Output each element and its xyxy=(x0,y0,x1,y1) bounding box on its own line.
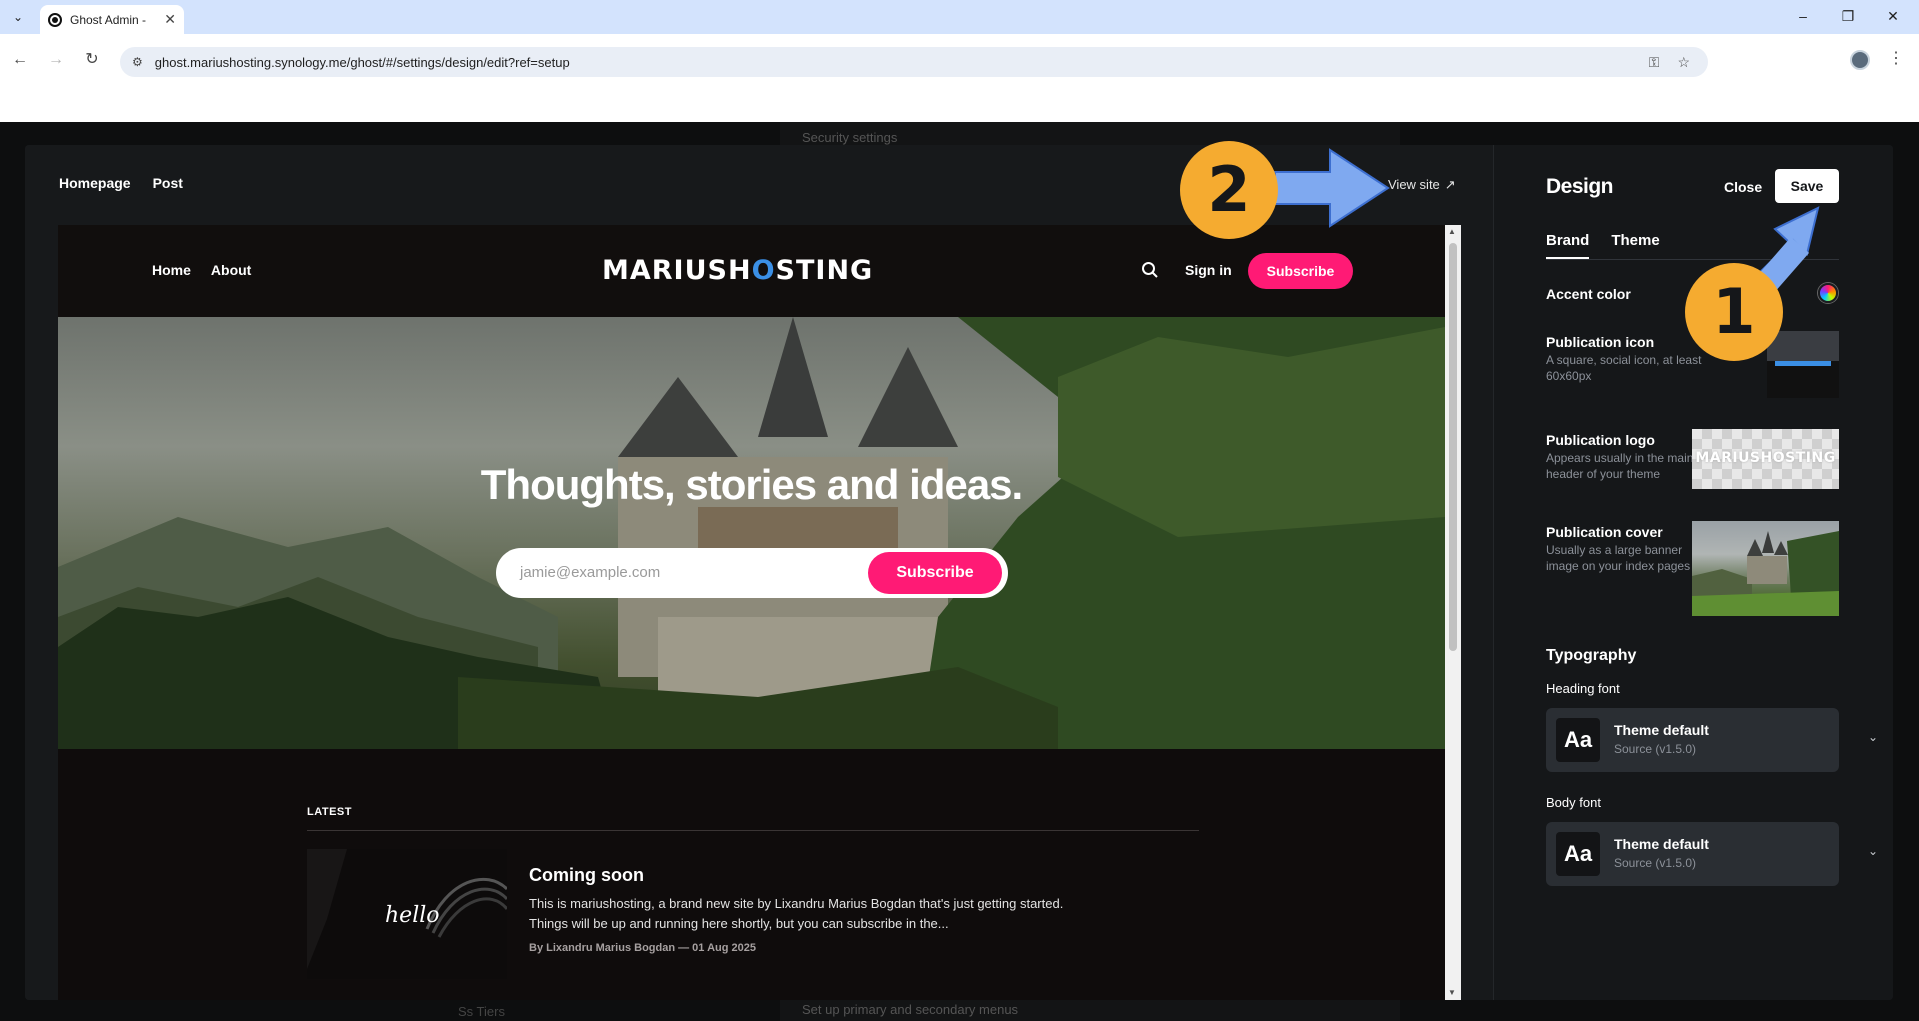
hero-cover-image xyxy=(58,317,1445,749)
body-font-label: Body font xyxy=(1546,795,1601,810)
body-font-sample: Aa xyxy=(1556,832,1600,876)
reload-icon[interactable]: ↻ xyxy=(80,48,104,72)
publication-logo-preview: MARIUSHOSTING xyxy=(1695,450,1836,466)
forward-icon[interactable]: → xyxy=(44,48,68,72)
annotation-marker-2: 2 xyxy=(1180,141,1278,239)
tab-title: Ghost Admin - xyxy=(70,12,147,27)
site-nav-home[interactable]: Home xyxy=(152,262,191,278)
latest-divider xyxy=(307,830,1199,831)
publication-icon-label: Publication icon xyxy=(1546,334,1655,350)
minimize-icon[interactable]: – xyxy=(1793,8,1813,24)
tab-search-chevron-icon[interactable]: ⌄ xyxy=(8,7,28,27)
panel-title: Design xyxy=(1546,175,1614,198)
body-font-version: Source (v1.5.0) xyxy=(1614,856,1697,870)
preview-tab-homepage[interactable]: Homepage xyxy=(59,175,131,191)
publication-icon-image-bar xyxy=(1775,361,1831,366)
design-modal: Homepage Post View site ↗ Home About MAR… xyxy=(25,145,1893,1000)
accent-color-label: Accent color xyxy=(1546,286,1631,302)
cover-thumbnail-image xyxy=(1692,531,1839,616)
publication-logo-desc: Appears usually in the main header of yo… xyxy=(1546,451,1694,481)
external-link-icon: ↗ xyxy=(1444,177,1456,192)
tab-brand[interactable]: Brand xyxy=(1546,232,1590,259)
site-logo[interactable]: MARIUSHOSTING xyxy=(602,255,873,286)
site-search-icon[interactable] xyxy=(1141,261,1159,279)
profile-avatar[interactable] xyxy=(1850,50,1870,70)
heading-font-version: Source (v1.5.0) xyxy=(1614,742,1697,756)
publication-icon-upload[interactable] xyxy=(1767,331,1839,398)
hero-title: Thoughts, stories and ideas. xyxy=(480,461,1023,508)
publication-logo-label: Publication logo xyxy=(1546,432,1655,448)
publication-icon-image-top xyxy=(1767,331,1839,361)
scrollbar-thumb[interactable] xyxy=(1449,243,1457,651)
save-button[interactable]: Save xyxy=(1775,169,1839,203)
hero-subscribe-button[interactable]: Subscribe xyxy=(868,552,1002,594)
chevron-down-icon: ⌄ xyxy=(1868,730,1879,744)
preview-tabs: Homepage Post xyxy=(59,175,183,191)
publication-icon-desc: A square, social icon, at least 60x60px xyxy=(1546,353,1702,383)
typography-heading: Typography xyxy=(1546,647,1637,664)
scroll-up-arrow-icon[interactable]: ▲ xyxy=(1448,227,1456,236)
post-feature-image[interactable]: hello xyxy=(307,849,507,979)
publication-cover-upload[interactable] xyxy=(1692,521,1839,616)
preview-tab-post[interactable]: Post xyxy=(153,175,183,191)
site-nav-about[interactable]: About xyxy=(211,262,251,278)
post-image-text: hello xyxy=(385,903,440,928)
ghost-favicon-icon xyxy=(48,12,62,27)
heading-font-name: Theme default xyxy=(1614,722,1709,738)
tab-theme[interactable]: Theme xyxy=(1611,232,1659,259)
browser-tab-bar: ⌄ Ghost Admin - ✕ – ❐ ✕ xyxy=(0,0,1919,34)
address-bar[interactable]: ⚙ ghost.mariushosting.synology.me/ghost/… xyxy=(120,47,1708,77)
site-subscribe-button[interactable]: Subscribe xyxy=(1248,253,1353,289)
hero-email-input[interactable]: jamie@example.com xyxy=(520,564,660,581)
background-setting-label: Security settings xyxy=(802,130,898,145)
scroll-down-arrow-icon[interactable]: ▼ xyxy=(1448,988,1456,997)
post-meta: By Lixandru Marius Bogdan — 01 Aug 2025 xyxy=(529,942,756,954)
publication-cover-label: Publication cover xyxy=(1546,524,1663,540)
view-site-label: View site xyxy=(1388,177,1440,192)
tabs-divider xyxy=(1546,259,1839,260)
logo-text-post: STING xyxy=(775,255,874,286)
back-icon[interactable]: ← xyxy=(8,48,32,72)
chevron-down-icon: ⌄ xyxy=(1868,844,1879,858)
site-preview-frame: Home About MARIUSHOSTING Sign in Subscri… xyxy=(58,225,1461,1000)
preview-scrollbar[interactable]: ▲ ▼ xyxy=(1445,225,1461,1000)
post-excerpt: This is mariushosting, a brand new site … xyxy=(529,896,1064,931)
view-site-link[interactable]: View site ↗ xyxy=(1388,177,1456,193)
hero-banner: Thoughts, stories and ideas. jamie@examp… xyxy=(58,317,1445,749)
background-nav-label: Ss Tiers xyxy=(458,1004,505,1019)
site-info-icon[interactable]: ⚙ xyxy=(132,55,143,69)
site-header: Home About MARIUSHOSTING Sign in Subscri… xyxy=(58,225,1445,317)
url-text[interactable]: ghost.mariushosting.synology.me/ghost/#/… xyxy=(155,55,1649,70)
publication-cover-desc: Usually as a large banner image on your … xyxy=(1546,543,1691,573)
design-settings-panel: Design Close Save Brand Theme Accent col… xyxy=(1493,145,1893,1000)
site-nav: Home About xyxy=(152,262,251,278)
background-setting-desc: Set up primary and secondary menus xyxy=(802,1002,1019,1017)
browser-menu-icon[interactable]: ⋮ xyxy=(1888,48,1904,68)
browser-toolbar: ← → ↻ ⚙ ghost.mariushosting.synology.me/… xyxy=(0,34,1919,122)
latest-label: LATEST xyxy=(307,806,352,818)
site-signin-link[interactable]: Sign in xyxy=(1185,262,1232,278)
tab-close-icon[interactable]: ✕ xyxy=(164,11,176,28)
password-key-icon[interactable]: ⚿ xyxy=(1649,54,1660,71)
post-title[interactable]: Coming soon xyxy=(529,865,644,886)
bookmark-star-icon[interactable]: ☆ xyxy=(1677,54,1690,71)
logo-text-pre: MARIUSH xyxy=(602,255,752,286)
close-button[interactable]: Close xyxy=(1724,179,1762,195)
body-font-name: Theme default xyxy=(1614,836,1709,852)
heading-font-select[interactable]: Aa Theme default Source (v1.5.0) ⌄ xyxy=(1546,708,1878,772)
logo-power-o: O xyxy=(751,255,776,286)
heading-font-label: Heading font xyxy=(1546,681,1620,696)
annotation-marker-1: 1 xyxy=(1685,263,1783,361)
window-close-icon[interactable]: ✕ xyxy=(1883,8,1903,25)
browser-tab[interactable]: Ghost Admin - ✕ xyxy=(40,5,184,34)
publication-logo-upload[interactable]: MARIUSHOSTING xyxy=(1692,429,1839,489)
settings-tabs: Brand Theme xyxy=(1546,232,1660,259)
preview-area: Homepage Post View site ↗ Home About MAR… xyxy=(25,145,1493,1000)
accent-color-picker[interactable] xyxy=(1818,283,1838,303)
body-font-select[interactable]: Aa Theme default Source (v1.5.0) ⌄ xyxy=(1546,822,1878,886)
hero-subscribe-form: jamie@example.com Subscribe xyxy=(496,548,1008,598)
heading-font-sample: Aa xyxy=(1556,718,1600,762)
restore-icon[interactable]: ❐ xyxy=(1838,8,1858,25)
